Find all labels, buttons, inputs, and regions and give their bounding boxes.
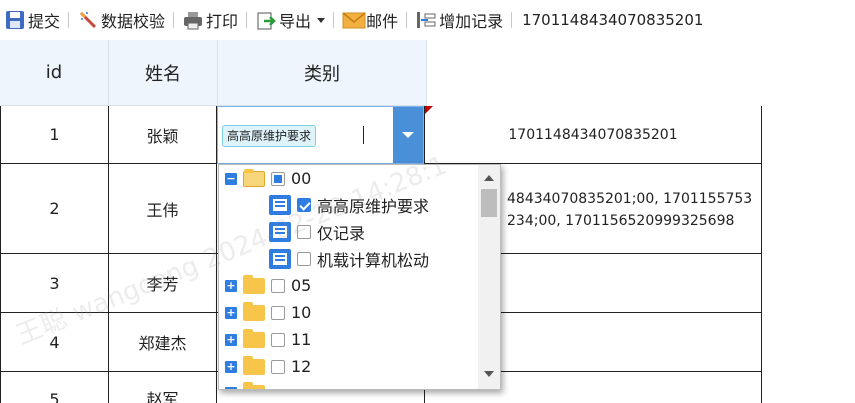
folder-icon — [243, 274, 265, 294]
tree-node-10[interactable]: + 10 — [225, 299, 311, 326]
text-caret — [363, 126, 364, 144]
toolbar-separator — [511, 12, 513, 28]
add-row-icon — [415, 9, 437, 31]
toolbar-separator — [173, 12, 175, 28]
tree-checkbox-checked[interactable] — [297, 197, 311, 212]
scroll-up-icon[interactable] — [484, 175, 494, 181]
scroll-down-icon[interactable] — [484, 371, 494, 377]
cell-name[interactable]: 李芳 — [109, 254, 217, 313]
expand-icon[interactable]: + — [225, 386, 237, 389]
toolbar-separator — [68, 12, 70, 28]
toolbar-separator — [246, 12, 248, 28]
folder-icon — [243, 355, 265, 375]
expand-icon[interactable]: + — [225, 306, 237, 319]
record-id-label: 1701148434070835201 — [522, 11, 704, 29]
tree-scrollbar[interactable] — [478, 165, 500, 389]
export-button[interactable]: 导出 — [251, 0, 329, 40]
printer-icon — [182, 9, 204, 31]
expand-icon[interactable]: + — [225, 360, 237, 373]
cell-id[interactable]: 2 — [0, 164, 109, 254]
envelope-icon — [342, 9, 366, 31]
chevron-down-icon — [317, 17, 326, 23]
collapse-icon[interactable]: − — [225, 172, 237, 185]
tree-node-leaf[interactable]: 高高原维护要求 — [269, 191, 429, 218]
tree-checkbox[interactable] — [271, 305, 285, 320]
cell-id[interactable]: 4 — [0, 313, 109, 372]
toolbar-separator — [333, 12, 335, 28]
folder-icon — [243, 381, 265, 389]
list-item-icon — [269, 194, 291, 215]
list-item-icon — [269, 221, 291, 242]
add-record-button[interactable]: 增加记录 — [411, 0, 507, 40]
tree-checkbox[interactable] — [297, 251, 311, 266]
tree-node-leaf[interactable]: 仅记录 — [269, 218, 365, 245]
cell-id[interactable]: 1 — [0, 106, 109, 164]
cell-name[interactable]: 赵军 — [109, 372, 217, 403]
expand-icon[interactable]: + — [225, 333, 237, 346]
chevron-down-icon — [402, 132, 414, 138]
submit-button[interactable]: 提交 — [0, 0, 64, 40]
category-tree-dropdown: − 00 高高原维护要求 仅记录 机载计算机松动 + 05 + 10 + 11 … — [218, 164, 501, 390]
tree-node-leaf[interactable]: 机载计算机松动 — [269, 245, 429, 272]
folder-icon — [243, 328, 265, 348]
cell-extra[interactable]: 1701148434070835201 — [425, 106, 762, 164]
table-header: id 姓名 类别 — [0, 40, 427, 106]
toolbar: 提交 数据校验 打印 导出 邮件 增加记录 170114843407083520… — [0, 0, 855, 40]
column-header-id[interactable]: id — [0, 40, 109, 106]
toolbar-separator — [406, 12, 408, 28]
cell-name[interactable]: 张颖 — [109, 106, 217, 164]
scroll-thumb[interactable] — [481, 189, 497, 217]
tree-checkbox[interactable] — [271, 332, 285, 347]
category-combobox[interactable]: 高高原维护要求 — [217, 106, 424, 164]
cell-id[interactable]: 5 — [0, 372, 109, 403]
magic-wand-icon — [77, 9, 99, 31]
cell-name[interactable]: 郑建杰 — [109, 313, 217, 372]
save-icon — [4, 9, 26, 31]
column-header-name[interactable]: 姓名 — [109, 40, 218, 106]
selected-tag[interactable]: 高高原维护要求 — [222, 125, 317, 147]
dropdown-toggle-button[interactable] — [393, 107, 423, 163]
cell-name[interactable]: 王伟 — [109, 164, 217, 254]
cell-id[interactable]: 3 — [0, 254, 109, 313]
tree-checkbox[interactable] — [271, 359, 285, 374]
tree-node-00[interactable]: − 00 — [225, 165, 311, 192]
tree-checkbox[interactable] — [297, 224, 311, 239]
print-button[interactable]: 打印 — [178, 0, 242, 40]
mail-button[interactable]: 邮件 — [338, 0, 402, 40]
tree-checkbox[interactable] — [271, 278, 285, 293]
expand-icon[interactable]: + — [225, 279, 237, 292]
tree-node-11[interactable]: + 11 — [225, 326, 311, 353]
changed-marker — [425, 106, 433, 114]
export-icon — [255, 9, 277, 31]
tree-checkbox-partial[interactable] — [271, 171, 285, 186]
column-header-category[interactable]: 类别 — [218, 40, 427, 106]
folder-open-icon — [243, 168, 265, 187]
tree-node-partial[interactable]: + — [225, 379, 265, 389]
list-item-icon — [269, 248, 291, 269]
tree-node-05[interactable]: + 05 — [225, 272, 311, 299]
validate-button[interactable]: 数据校验 — [73, 0, 169, 40]
folder-icon — [243, 301, 265, 321]
tree-node-12[interactable]: + 12 — [225, 353, 311, 380]
